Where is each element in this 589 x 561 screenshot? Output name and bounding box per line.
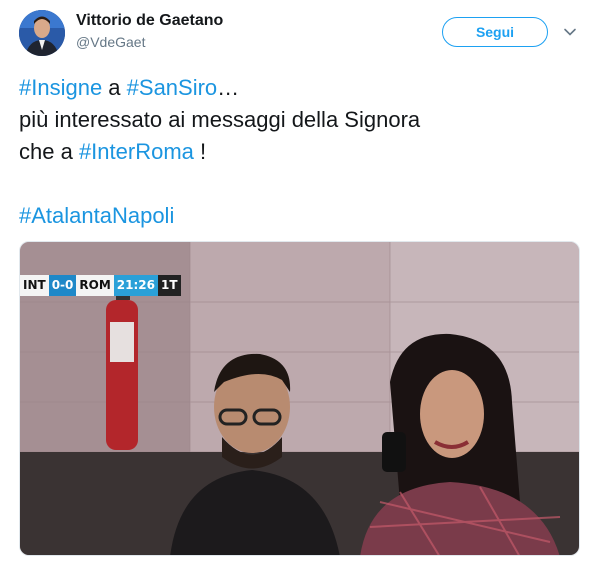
scorebug-score: 0-0	[48, 275, 77, 296]
hashtag-link[interactable]: #InterRoma	[79, 139, 194, 164]
avatar[interactable]	[19, 10, 65, 56]
scorebug-period: 1T	[157, 275, 181, 296]
tweet-text-fragment: a	[102, 75, 127, 100]
scorebug: INT 0-0 ROM 21:26 1T	[20, 275, 181, 296]
scorebug-away-team: ROM	[76, 275, 114, 296]
hashtag-link[interactable]: #AtalantaNapoli	[19, 203, 174, 228]
scorebug-home-team: INT	[20, 275, 49, 296]
tweet-text: #Insigne a #SanSiro… più interessato ai …	[19, 72, 574, 232]
follow-button[interactable]: Segui	[442, 17, 548, 47]
author-handle[interactable]: @VdeGaet	[76, 34, 145, 50]
tweet-text-fragment: …	[217, 75, 240, 100]
tweet-text-fragment: più interessato ai messaggi della Signor…	[19, 107, 421, 132]
chevron-down-icon[interactable]	[563, 25, 577, 39]
tweet-text-fragment: !	[193, 139, 207, 164]
tweet-text-fragment: che a	[19, 139, 79, 164]
tweet-photo[interactable]: INT 0-0 ROM 21:26 1T	[19, 241, 580, 556]
scorebug-clock: 21:26	[113, 275, 158, 296]
hashtag-link[interactable]: #Insigne	[19, 75, 102, 100]
author-name[interactable]: Vittorio de Gaetano	[76, 12, 223, 30]
hashtag-link[interactable]: #SanSiro	[127, 75, 218, 100]
tweet-card: Vittorio de Gaetano @VdeGaet Segui #Insi…	[0, 0, 589, 561]
